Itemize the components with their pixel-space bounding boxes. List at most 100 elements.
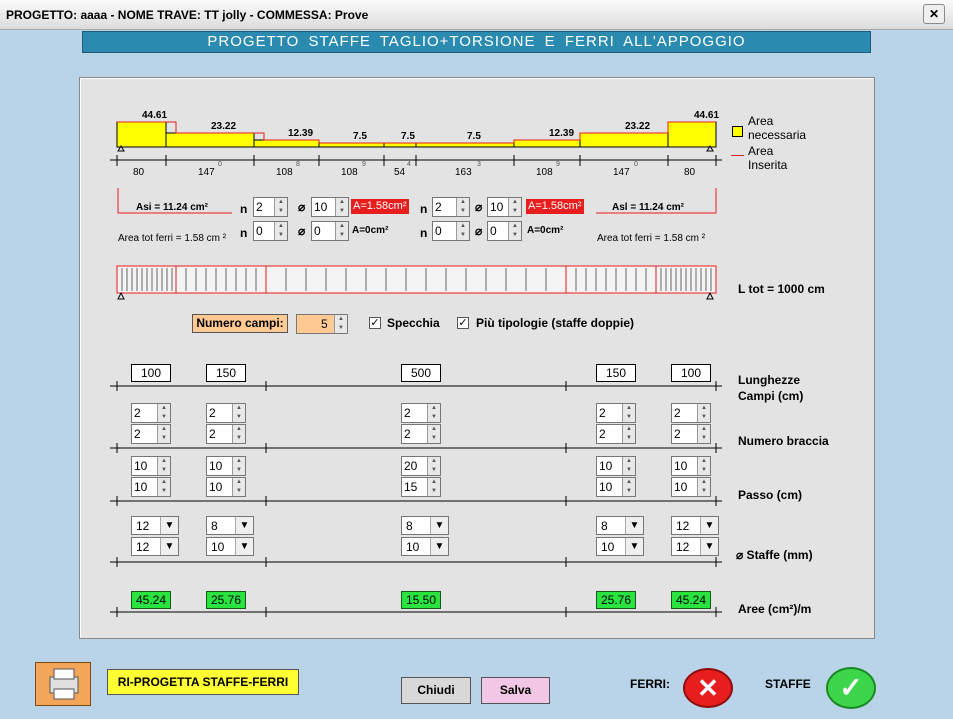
seg-length-1: 80 bbox=[133, 167, 145, 178]
riprogetta-button[interactable]: RI-PROGETTA STAFFE-FERRI bbox=[107, 669, 299, 695]
staffe-dropdown-1[interactable]: 12 ▼ bbox=[131, 516, 179, 535]
chevron-down-icon[interactable]: ▼ bbox=[160, 538, 178, 555]
spinner-arrows[interactable]: ▲ ▼ bbox=[508, 198, 521, 216]
passo-input-2[interactable]: 15 ▲ ▼ bbox=[401, 477, 441, 497]
passo-input-1[interactable]: 10 ▲ ▼ bbox=[206, 456, 246, 476]
chiudi-button[interactable]: Chiudi bbox=[401, 677, 471, 704]
rebar-right-d2[interactable]: 0 ▲ ▼ bbox=[487, 221, 522, 241]
legend-red-line bbox=[731, 155, 744, 156]
rebar-right-n2[interactable]: 0 ▲ ▼ bbox=[432, 221, 470, 241]
label-lunghezze: Lunghezze Campi (cm) bbox=[738, 373, 804, 403]
rebar-left-n1[interactable]: 2 ▲ ▼ bbox=[253, 197, 288, 217]
spinner-arrows[interactable]: ▲ ▼ bbox=[274, 222, 287, 240]
spinner-arrows[interactable]: ▲ ▼ bbox=[508, 222, 521, 240]
lunghezza-campo-input[interactable]: 150 bbox=[596, 364, 636, 382]
staffe-dropdown-2[interactable]: 12 ▼ bbox=[131, 537, 179, 556]
rebar-left-d2[interactable]: 0 ▲ ▼ bbox=[311, 221, 349, 241]
staffe-dropdown-1[interactable]: 8 ▼ bbox=[206, 516, 254, 535]
spinner-arrows[interactable]: ▲ ▼ bbox=[697, 425, 710, 443]
staffe-dropdown-2[interactable]: 10 ▼ bbox=[596, 537, 644, 556]
spinner-arrows[interactable]: ▲ ▼ bbox=[335, 198, 348, 216]
braccia-input-1[interactable]: 2 ▲ ▼ bbox=[596, 403, 636, 423]
spinner-arrows[interactable]: ▲ ▼ bbox=[427, 404, 440, 422]
staffe-dropdown-1[interactable]: 8 ▼ bbox=[596, 516, 644, 535]
specchia-checkbox[interactable]: ✓ bbox=[369, 317, 381, 329]
chevron-down-icon[interactable]: ▼ bbox=[235, 538, 253, 555]
staffe-dropdown-2[interactable]: 10 ▼ bbox=[206, 537, 254, 556]
spinner-arrows[interactable]: ▲ ▼ bbox=[157, 478, 170, 496]
print-button[interactable] bbox=[35, 662, 91, 706]
spinner-arrows[interactable]: ▲ ▼ bbox=[622, 478, 635, 496]
spinner-arrows[interactable]: ▲ ▼ bbox=[157, 457, 170, 475]
phi-icon: ⌀ bbox=[298, 224, 306, 238]
braccia-input-2[interactable]: 2 ▲ ▼ bbox=[206, 424, 246, 444]
numero-campi-label: Numero campi: bbox=[192, 314, 288, 333]
chevron-down-icon[interactable]: ▼ bbox=[430, 517, 448, 534]
lunghezza-campo-input[interactable]: 500 bbox=[401, 364, 441, 382]
staffe-dropdown-2[interactable]: 10 ▼ bbox=[401, 537, 449, 556]
spinner-arrows[interactable]: ▲ ▼ bbox=[274, 198, 287, 216]
spinner-arrows[interactable]: ▲ ▼ bbox=[697, 404, 710, 422]
passo-input-1[interactable]: 10 ▲ ▼ bbox=[596, 456, 636, 476]
tick-mark-2: 8 bbox=[296, 161, 300, 168]
spinner-arrows[interactable]: ▲ ▼ bbox=[427, 457, 440, 475]
chevron-down-icon[interactable]: ▼ bbox=[700, 517, 718, 534]
chevron-down-icon[interactable]: ▼ bbox=[430, 538, 448, 555]
passo-input-2[interactable]: 10 ▲ ▼ bbox=[131, 477, 171, 497]
spinner-arrows[interactable]: ▲ ▼ bbox=[232, 425, 245, 443]
lunghezza-campo-input[interactable]: 100 bbox=[131, 364, 171, 382]
lunghezza-campo-input[interactable]: 100 bbox=[671, 364, 711, 382]
spinner-arrows[interactable]: ▲ ▼ bbox=[427, 478, 440, 496]
passo-input-1[interactable]: 10 ▲ ▼ bbox=[671, 456, 711, 476]
spinner-arrows[interactable]: ▲ ▼ bbox=[157, 425, 170, 443]
rebar-right-a1: A=1.58cm² bbox=[526, 199, 584, 214]
passo-input-1[interactable]: 10 ▲ ▼ bbox=[131, 456, 171, 476]
numero-campi-input[interactable]: 5 ▲ ▼ bbox=[296, 314, 348, 334]
braccia-input-2[interactable]: 2 ▲ ▼ bbox=[401, 424, 441, 444]
passo-input-2[interactable]: 10 ▲ ▼ bbox=[206, 477, 246, 497]
length-total: L tot = 1000 cm bbox=[738, 282, 825, 296]
chevron-down-icon[interactable]: ▼ bbox=[625, 517, 643, 534]
spinner-arrows[interactable]: ▲ ▼ bbox=[427, 425, 440, 443]
spinner-arrows[interactable]: ▲ ▼ bbox=[622, 457, 635, 475]
piu-tipologie-checkbox[interactable]: ✓ bbox=[457, 317, 469, 329]
braccia-input-1[interactable]: 2 ▲ ▼ bbox=[131, 403, 171, 423]
chevron-down-icon[interactable]: ▼ bbox=[625, 538, 643, 555]
staffe-dropdown-1[interactable]: 8 ▼ bbox=[401, 516, 449, 535]
tick-mark-4: 4 bbox=[407, 161, 411, 168]
spinner-arrows[interactable]: ▲ ▼ bbox=[232, 478, 245, 496]
rebar-left-d1[interactable]: 10 ▲ ▼ bbox=[311, 197, 349, 217]
spinner-arrows[interactable]: ▲ ▼ bbox=[335, 222, 348, 240]
rebar-right-d1[interactable]: 10 ▲ ▼ bbox=[487, 197, 522, 217]
passo-input-1[interactable]: 20 ▲ ▼ bbox=[401, 456, 441, 476]
rebar-left-n2[interactable]: 0 ▲ ▼ bbox=[253, 221, 288, 241]
salva-button[interactable]: Salva bbox=[481, 677, 550, 704]
spinner-arrows[interactable]: ▲ ▼ bbox=[697, 478, 710, 496]
spinner-arrows[interactable]: ▲ ▼ bbox=[232, 457, 245, 475]
chevron-down-icon[interactable]: ▼ bbox=[160, 517, 178, 534]
braccia-input-1[interactable]: 2 ▲ ▼ bbox=[401, 403, 441, 423]
lunghezza-campo-input[interactable]: 150 bbox=[206, 364, 246, 382]
braccia-input-2[interactable]: 2 ▲ ▼ bbox=[596, 424, 636, 444]
braccia-input-1[interactable]: 2 ▲ ▼ bbox=[206, 403, 246, 423]
passo-input-2[interactable]: 10 ▲ ▼ bbox=[596, 477, 636, 497]
braccia-input-1[interactable]: 2 ▲ ▼ bbox=[671, 403, 711, 423]
spinner-arrows[interactable]: ▲ ▼ bbox=[232, 404, 245, 422]
spinner-arrows[interactable]: ▲ ▼ bbox=[157, 404, 170, 422]
spinner-arrows[interactable]: ▲ ▼ bbox=[456, 198, 469, 216]
spinner-arrows[interactable]: ▲ ▼ bbox=[622, 404, 635, 422]
chevron-down-icon[interactable]: ▼ bbox=[700, 538, 718, 555]
staffe-dropdown-1[interactable]: 12 ▼ bbox=[671, 516, 719, 535]
spinner-arrows[interactable]: ▲ ▼ bbox=[334, 315, 347, 333]
passo-input-2[interactable]: 10 ▲ ▼ bbox=[671, 477, 711, 497]
braccia-input-2[interactable]: 2 ▲ ▼ bbox=[671, 424, 711, 444]
spinner-arrows[interactable]: ▲ ▼ bbox=[622, 425, 635, 443]
bar-value-5: 7.5 bbox=[401, 131, 415, 142]
spinner-arrows[interactable]: ▲ ▼ bbox=[456, 222, 469, 240]
chevron-down-icon[interactable]: ▼ bbox=[235, 517, 253, 534]
spinner-arrows[interactable]: ▲ ▼ bbox=[697, 457, 710, 475]
braccia-input-2[interactable]: 2 ▲ ▼ bbox=[131, 424, 171, 444]
asi-right: Asl = 11.24 cm² bbox=[612, 202, 684, 213]
staffe-dropdown-2[interactable]: 12 ▼ bbox=[671, 537, 719, 556]
rebar-right-n1[interactable]: 2 ▲ ▼ bbox=[432, 197, 470, 217]
